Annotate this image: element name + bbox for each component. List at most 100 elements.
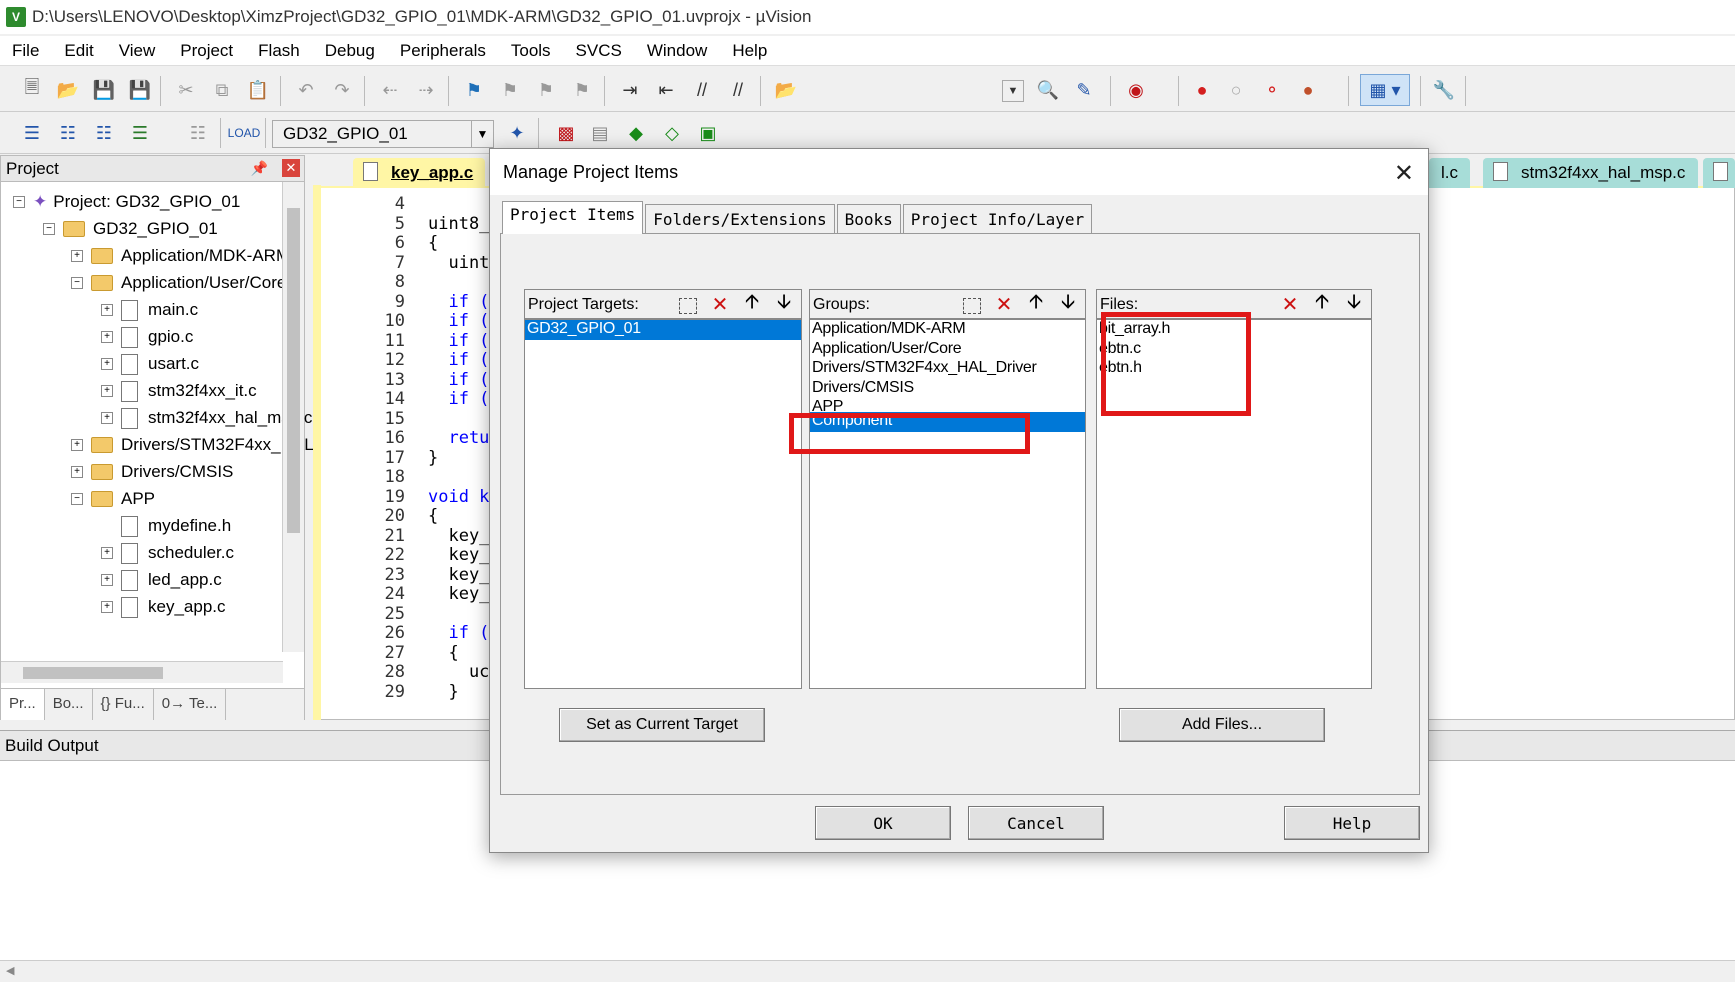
- tree-item-file[interactable]: + key_app.c: [101, 593, 226, 621]
- tree-item-file[interactable]: + stm32f4xx_hal_msp.c: [101, 404, 312, 432]
- menu-edit[interactable]: Edit: [64, 41, 93, 61]
- tree-item-group[interactable]: − Application/User/Core: [71, 269, 286, 297]
- batch-build-icon[interactable]: ☰: [126, 119, 154, 147]
- move-up-icon[interactable]: 🡩: [739, 291, 765, 316]
- expand-icon[interactable]: +: [71, 250, 83, 262]
- cancel-button[interactable]: Cancel: [968, 806, 1104, 840]
- translate-icon[interactable]: ☰: [18, 119, 46, 147]
- menu-file[interactable]: File: [12, 41, 39, 61]
- move-up-icon[interactable]: 🡩: [1023, 291, 1049, 316]
- list-item[interactable]: APP: [810, 398, 1085, 412]
- tab-stm32f4xx-hal-msp-c[interactable]: stm32f4xx_hal_msp.c: [1483, 158, 1698, 188]
- expand-icon[interactable]: +: [71, 466, 83, 478]
- save-icon[interactable]: 💾: [90, 76, 118, 104]
- unindent-icon[interactable]: ⇤: [652, 76, 680, 104]
- groups-listbox[interactable]: Application/MDK-ARM Application/User/Cor…: [809, 319, 1086, 689]
- disable-breakpoint-icon[interactable]: ○: [1222, 76, 1250, 104]
- nav-back-icon[interactable]: ⇠: [376, 76, 404, 104]
- new-item-icon[interactable]: [675, 292, 701, 316]
- scrollbar-thumb[interactable]: [287, 208, 300, 533]
- prev-bookmark-icon[interactable]: ⚑: [496, 76, 524, 104]
- move-down-icon[interactable]: 🡫: [1341, 291, 1367, 316]
- collapse-icon[interactable]: −: [71, 277, 83, 289]
- configure-icon[interactable]: 🔧: [1430, 76, 1458, 104]
- menu-view[interactable]: View: [119, 41, 156, 61]
- kill-breakpoints-icon[interactable]: ●: [1294, 76, 1322, 104]
- select-packs-icon[interactable]: ◇: [658, 119, 686, 147]
- ok-button[interactable]: OK: [815, 806, 951, 840]
- copy-icon[interactable]: ⧉: [208, 76, 236, 104]
- expand-icon[interactable]: +: [101, 547, 113, 559]
- delete-icon[interactable]: ✕: [1277, 292, 1303, 316]
- project-targets-listbox[interactable]: GD32_GPIO_01: [524, 319, 802, 689]
- save-all-icon[interactable]: 💾: [126, 76, 154, 104]
- new-file-icon[interactable]: 🗏: [18, 76, 46, 104]
- tab-project-info-layer[interactable]: Project Info/Layer: [902, 204, 1093, 234]
- tree-item-target[interactable]: − GD32_GPIO_01: [43, 215, 218, 243]
- set-current-target-button[interactable]: Set as Current Target: [559, 708, 765, 742]
- menu-peripherals[interactable]: Peripherals: [400, 41, 486, 61]
- uncomment-icon[interactable]: //: [724, 76, 752, 104]
- new-item-icon[interactable]: [959, 292, 985, 316]
- menu-project[interactable]: Project: [180, 41, 233, 61]
- collapse-icon[interactable]: −: [71, 493, 83, 505]
- tab-key-app-c[interactable]: key_app.c: [353, 158, 486, 188]
- comment-icon[interactable]: //: [688, 76, 716, 104]
- target-select[interactable]: GD32_GPIO_01 ▼: [272, 120, 494, 148]
- expand-icon[interactable]: +: [71, 439, 83, 451]
- expand-icon[interactable]: +: [101, 331, 113, 343]
- tab-project[interactable]: Pr...: [1, 689, 45, 720]
- tab-templates[interactable]: 0→ Te...: [154, 689, 227, 720]
- add-files-button[interactable]: Add Files...: [1119, 708, 1325, 742]
- project-horizontal-scrollbar[interactable]: [1, 661, 283, 683]
- project-vertical-scrollbar[interactable]: [282, 182, 304, 652]
- find-in-files-icon[interactable]: 📂: [772, 76, 800, 104]
- open-file-icon[interactable]: 📂: [54, 76, 82, 104]
- nav-forward-icon[interactable]: ⇢: [412, 76, 440, 104]
- expand-icon[interactable]: +: [101, 304, 113, 316]
- delete-icon[interactable]: ✕: [991, 292, 1017, 316]
- close-icon[interactable]: ✕: [1394, 159, 1414, 188]
- undo-icon[interactable]: ↶: [292, 76, 320, 104]
- next-bookmark-icon[interactable]: ⚑: [532, 76, 560, 104]
- clear-bookmarks-icon[interactable]: ⚑: [568, 76, 596, 104]
- menu-help[interactable]: Help: [732, 41, 767, 61]
- rebuild-icon[interactable]: ☷: [90, 119, 118, 147]
- tree-item-file[interactable]: + usart.c: [101, 350, 199, 378]
- tree-item-group[interactable]: + Drivers/CMSIS: [71, 458, 233, 486]
- paste-icon[interactable]: 📋: [244, 76, 272, 104]
- stop-build-icon[interactable]: ☷: [184, 119, 212, 147]
- download-icon[interactable]: LOAD: [228, 119, 261, 147]
- close-icon[interactable]: ✕: [282, 159, 300, 177]
- scrollbar-thumb[interactable]: [23, 667, 163, 679]
- tree-item-file[interactable]: + stm32f4xx_it.c: [101, 377, 257, 405]
- build-output-scrollbar[interactable]: ◀: [0, 960, 1735, 982]
- tree-item-file[interactable]: + led_app.c: [101, 566, 222, 594]
- bookmark-icon[interactable]: ⚑: [460, 76, 488, 104]
- menu-debug[interactable]: Debug: [325, 41, 375, 61]
- tab-folders-extensions[interactable]: Folders/Extensions: [645, 204, 835, 234]
- cut-icon[interactable]: ✂: [172, 76, 200, 104]
- menu-tools[interactable]: Tools: [511, 41, 551, 61]
- delete-icon[interactable]: ✕: [707, 292, 733, 316]
- expand-icon[interactable]: +: [101, 601, 113, 613]
- move-down-icon[interactable]: 🡫: [1055, 291, 1081, 316]
- expand-icon[interactable]: +: [101, 574, 113, 586]
- menu-flash[interactable]: Flash: [258, 41, 300, 61]
- build-icon[interactable]: ☷: [54, 119, 82, 147]
- tree-item-file[interactable]: + main.c: [101, 296, 198, 324]
- tab-overflow[interactable]: [1703, 158, 1735, 188]
- debug-start-icon[interactable]: ◉: [1122, 76, 1150, 104]
- window-layout-icon[interactable]: ▦ ▾: [1360, 74, 1410, 106]
- pack-installer-icon[interactable]: ◆: [622, 119, 650, 147]
- tab-functions[interactable]: {} Fu...: [93, 689, 154, 720]
- tree-item-file[interactable]: + gpio.c: [101, 323, 193, 351]
- expand-icon[interactable]: +: [101, 412, 113, 424]
- incremental-find-icon[interactable]: ✎: [1070, 76, 1098, 104]
- tree-item-group[interactable]: − APP: [71, 485, 155, 513]
- move-down-icon[interactable]: 🡫: [771, 291, 797, 316]
- tab-project-items[interactable]: Project Items: [502, 201, 644, 234]
- redo-icon[interactable]: ↷: [328, 76, 356, 104]
- collapse-icon[interactable]: −: [43, 223, 55, 235]
- dropdown-arrow-icon[interactable]: ▼: [1002, 80, 1024, 102]
